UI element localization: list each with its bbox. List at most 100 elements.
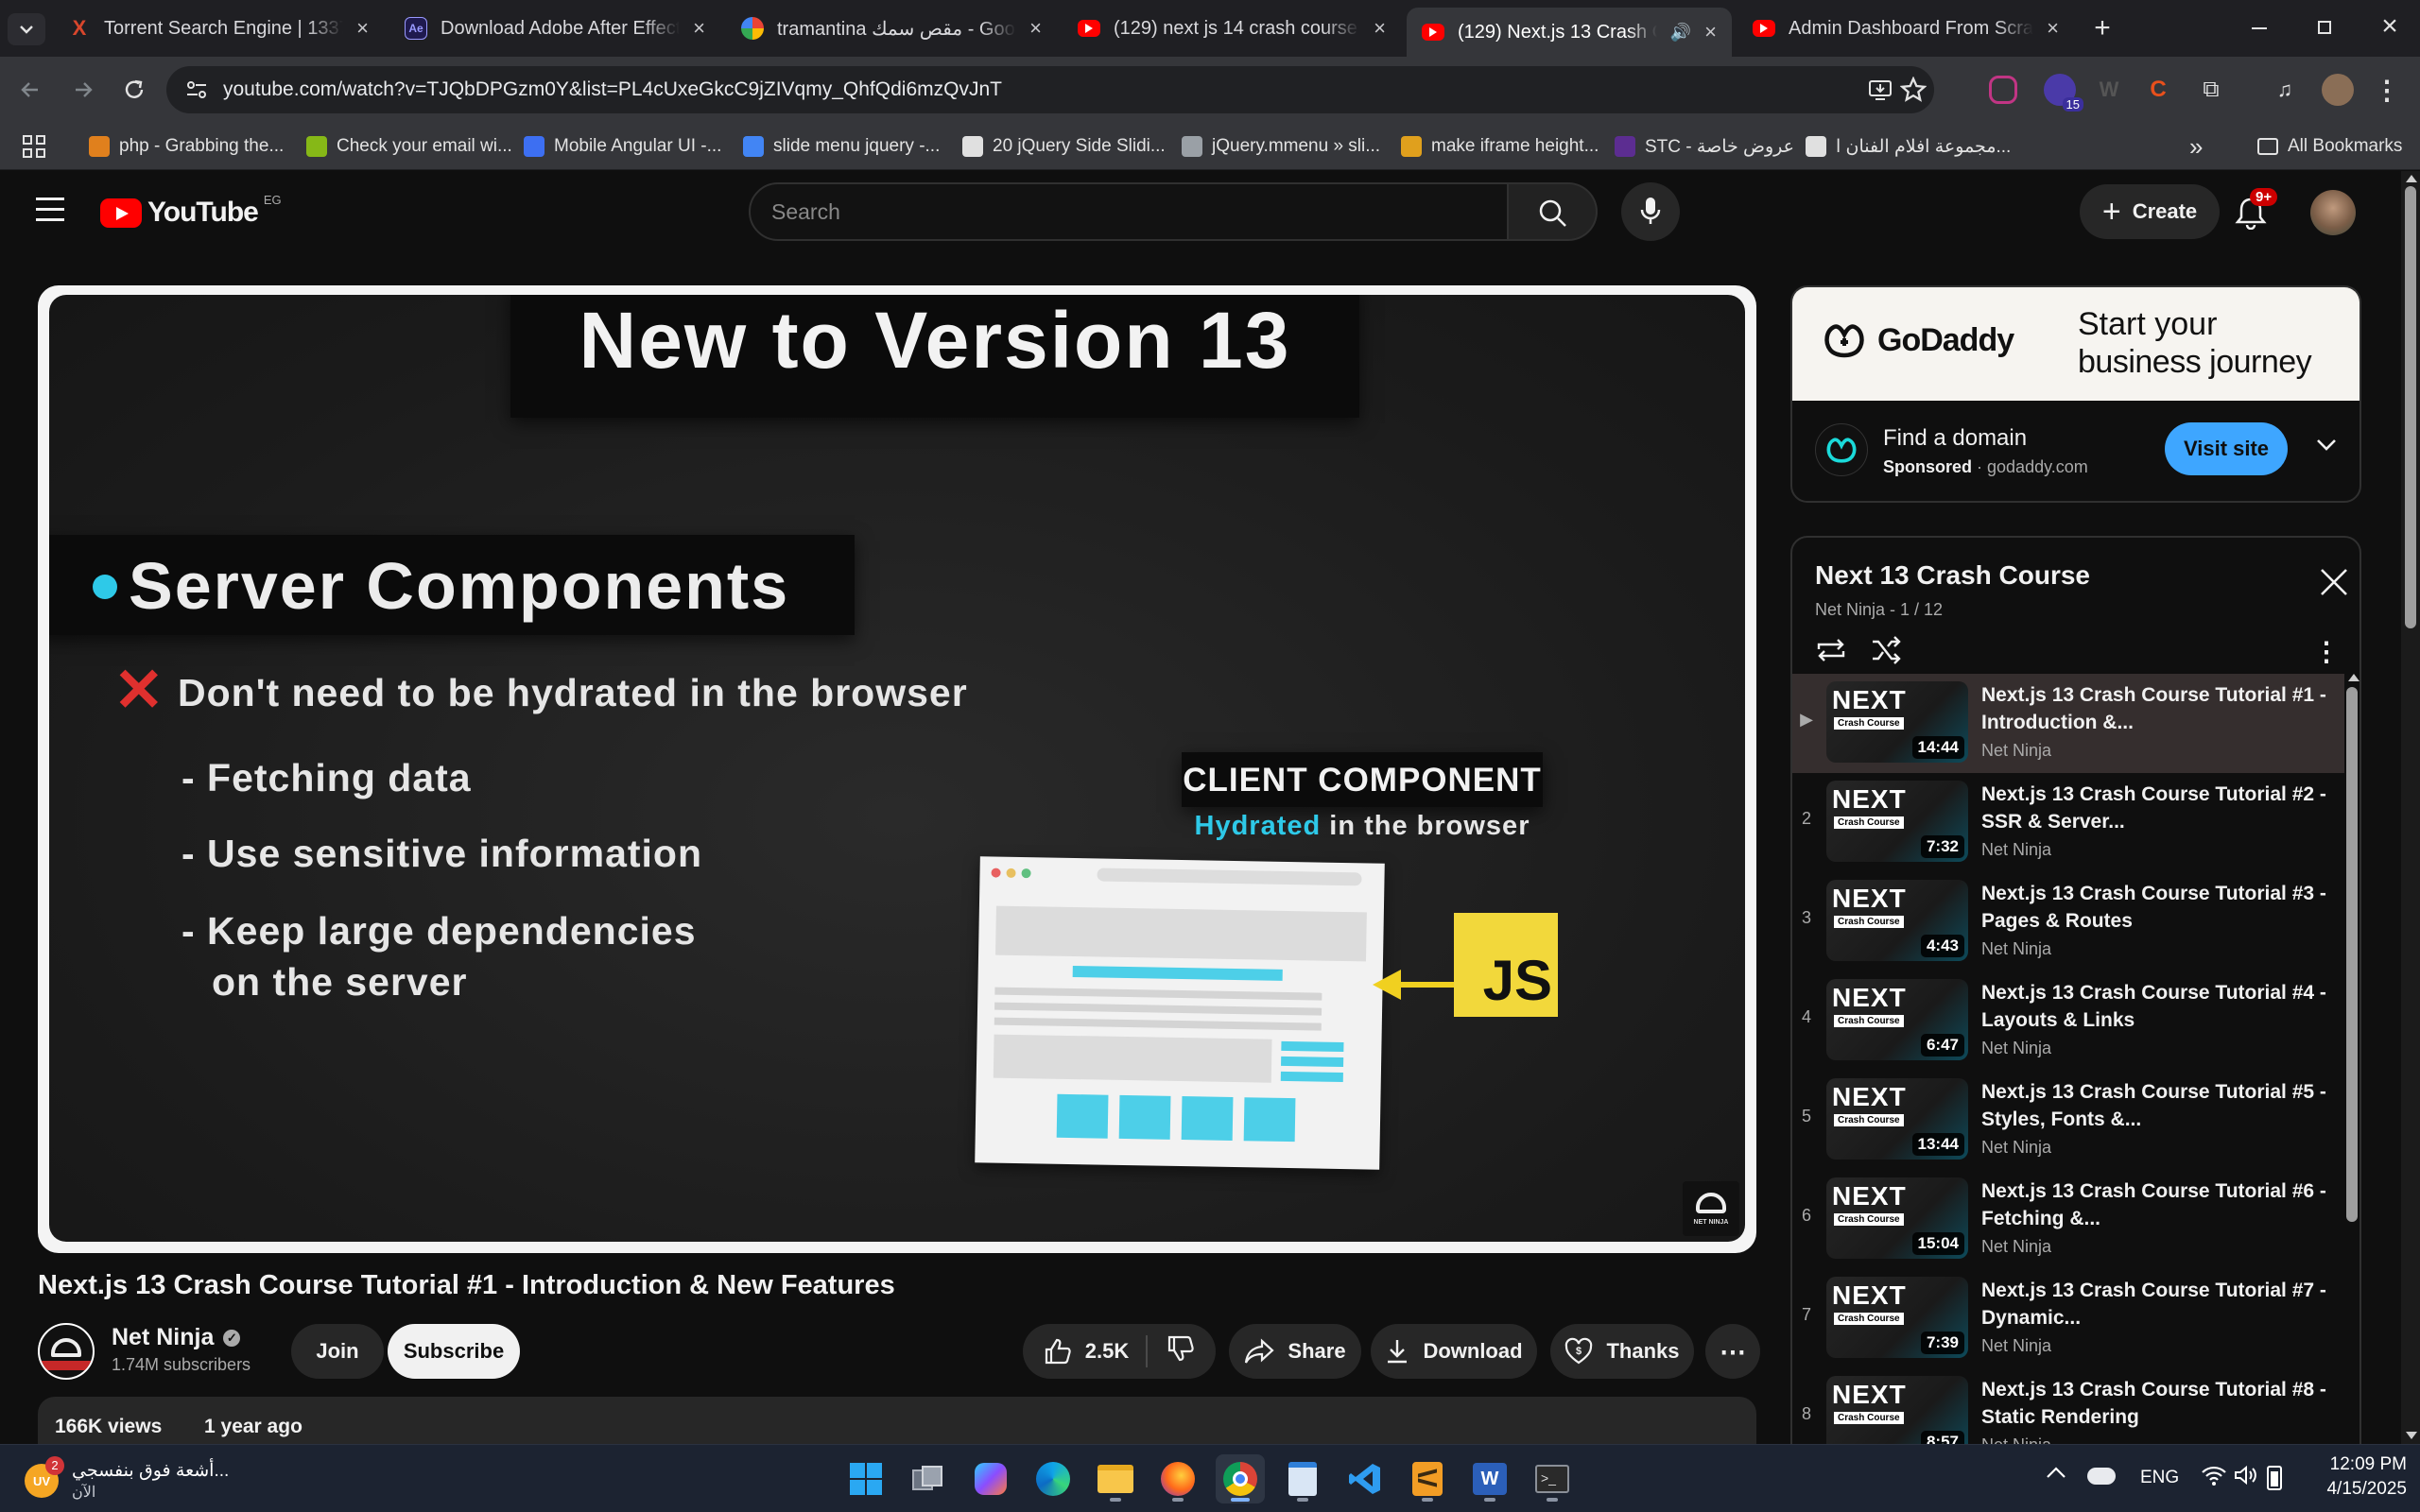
loop-button[interactable] xyxy=(1815,636,1853,668)
browser-menu-icon[interactable]: ⋮ xyxy=(2371,74,2403,106)
reload-button[interactable] xyxy=(117,73,151,107)
extensions-puzzle-icon[interactable]: ⧉ xyxy=(2195,74,2227,106)
channel-name[interactable]: Net Ninja ✓ xyxy=(112,1324,241,1351)
show-hidden-icons-button[interactable] xyxy=(2046,1466,2072,1492)
install-app-icon[interactable] xyxy=(1868,78,1893,101)
profile-avatar[interactable] xyxy=(2322,74,2354,106)
tab-search-button[interactable] xyxy=(8,13,45,45)
file-explorer-button[interactable] xyxy=(1091,1454,1140,1503)
playlist-item-thumbnail[interactable]: NEXT Crash Course 8:57 xyxy=(1826,1376,1968,1444)
page-scrollbar[interactable] xyxy=(2401,171,2420,1444)
copilot-button[interactable] xyxy=(966,1454,1015,1503)
clock[interactable]: 12:09 PM 4/15/2025 xyxy=(2312,1454,2407,1500)
close-tab-icon[interactable]: × xyxy=(356,16,369,41)
account-avatar[interactable] xyxy=(2310,190,2356,235)
vscode-button[interactable] xyxy=(1340,1454,1390,1503)
media-controls-icon[interactable]: ♫ xyxy=(2269,74,2301,106)
close-tab-icon[interactable]: × xyxy=(1374,16,1386,41)
playlist-item[interactable]: 6 NEXT Crash Course 15:04 Next.js 13 Crash C… xyxy=(1792,1170,2344,1269)
ad-banner[interactable]: GoDaddy Start your business journey xyxy=(1792,287,2360,401)
playlist-item[interactable]: 4 NEXT Crash Course 6:47 Next.js 13 Crash Co… xyxy=(1792,971,2344,1071)
hamburger-menu-icon[interactable] xyxy=(36,198,64,222)
download-button[interactable]: Download xyxy=(1371,1324,1537,1379)
dislike-button[interactable] xyxy=(1161,1334,1195,1368)
minimize-button[interactable] xyxy=(2240,11,2278,45)
terminal-button[interactable]: >_ xyxy=(1528,1454,1577,1503)
chevron-down-icon[interactable] xyxy=(2316,438,2337,452)
extension-w-icon[interactable]: W xyxy=(2093,74,2125,106)
browser-tab[interactable]: Ae Download Adobe After Effects 2 × xyxy=(389,8,720,49)
task-view-button[interactable] xyxy=(904,1454,953,1503)
browser-tab[interactable]: (129) Next.js 13 Crash Cours 🔊 × xyxy=(1407,8,1732,57)
playlist-item[interactable]: 8 NEXT Crash Course 8:57 Next.js 13 Crash Co… xyxy=(1792,1368,2344,1444)
like-button[interactable]: 2.5K xyxy=(1044,1335,1149,1367)
playlist-item[interactable]: 2 NEXT Crash Course 7:32 Next.js 13 Crash Co… xyxy=(1792,773,2344,872)
extension-badge-icon[interactable]: 15 xyxy=(2044,74,2083,112)
playlist-scrollbar[interactable] xyxy=(2344,674,2360,1444)
playlist-item[interactable]: 7 NEXT Crash Course 7:39 Next.js 13 Crash Co… xyxy=(1792,1269,2344,1368)
browser-tab[interactable]: Admin Dashboard From Scratch × xyxy=(1737,8,2074,49)
playlist-item-thumbnail[interactable]: NEXT Crash Course 15:04 xyxy=(1826,1177,1968,1259)
close-tab-icon[interactable]: × xyxy=(1029,16,1042,41)
description-box[interactable]: 166K views 1 year ago xyxy=(38,1397,1756,1444)
join-button[interactable]: Join xyxy=(291,1324,384,1379)
all-bookmarks-button[interactable]: All Bookmarks xyxy=(2257,132,2402,161)
start-button[interactable] xyxy=(841,1454,890,1503)
bookmark-item[interactable]: jQuery.mmenu » sli... xyxy=(1182,132,1380,161)
close-tab-icon[interactable]: × xyxy=(1704,20,1717,44)
playlist-item[interactable]: 3 NEXT Crash Course 4:43 Next.js 13 Crash Co… xyxy=(1792,872,2344,971)
channel-avatar[interactable] xyxy=(38,1323,95,1380)
close-tab-icon[interactable]: × xyxy=(2047,16,2059,41)
battery-icon[interactable] xyxy=(2267,1466,2282,1490)
playlist-item-thumbnail[interactable]: NEXT Crash Course 14:44 xyxy=(1826,681,1968,763)
bookmark-item[interactable]: php - Grabbing the... xyxy=(89,132,284,161)
close-tab-icon[interactable]: × xyxy=(693,16,705,41)
window-close-button[interactable]: × xyxy=(2371,9,2409,43)
create-button[interactable]: + Create xyxy=(2080,184,2220,239)
bookmark-item[interactable]: slide menu jquery -... xyxy=(743,132,940,161)
browser-tab[interactable]: (129) next js 14 crash course tra × xyxy=(1063,8,1401,49)
back-button[interactable] xyxy=(13,73,47,107)
playlist-item-thumbnail[interactable]: NEXT Crash Course 13:44 xyxy=(1826,1078,1968,1160)
playlist-item-thumbnail[interactable]: NEXT Crash Course 7:39 xyxy=(1826,1277,1968,1358)
video-frame[interactable]: New to Version 13 Server Components ✕ Do… xyxy=(49,295,1745,1242)
maximize-button[interactable] xyxy=(2305,11,2342,45)
shuffle-button[interactable] xyxy=(1870,636,1908,668)
subscribe-button[interactable]: Subscribe xyxy=(388,1324,520,1379)
visit-site-button[interactable]: Visit site xyxy=(2165,422,2288,475)
youtube-logo[interactable]: YouTube EG xyxy=(100,193,282,232)
extension-instagram-icon[interactable] xyxy=(1989,76,2017,104)
playlist-item[interactable]: ▶ NEXT Crash Course 14:44 Next.js 13 Crash C… xyxy=(1792,674,2344,773)
bookmark-item[interactable]: make iframe height... xyxy=(1401,132,1599,161)
close-playlist-button[interactable] xyxy=(2318,566,2352,600)
thanks-button[interactable]: $ Thanks xyxy=(1550,1324,1694,1379)
bookmarks-overflow-icon[interactable]: » xyxy=(2189,132,2203,162)
firefox-button[interactable] xyxy=(1153,1454,1202,1503)
search-button[interactable] xyxy=(1509,182,1598,241)
video-player[interactable]: New to Version 13 Server Components ✕ Do… xyxy=(38,285,1756,1253)
bookmark-item[interactable]: Check your email wi... xyxy=(306,132,512,161)
browser-tab[interactable]: X Torrent Search Engine | 1337x.to × xyxy=(53,8,384,49)
voice-search-button[interactable] xyxy=(1621,182,1680,241)
playlist-more-button[interactable]: ⋮ xyxy=(2312,636,2341,668)
more-actions-button[interactable]: ⋯ xyxy=(1705,1324,1760,1379)
extension-c-icon[interactable]: C xyxy=(2142,74,2174,106)
onedrive-icon[interactable] xyxy=(2087,1468,2116,1485)
browser-tab[interactable]: tramantina مقص سمك - Google × xyxy=(726,8,1057,49)
notifications-button[interactable]: 9+ xyxy=(2233,188,2278,233)
address-bar[interactable]: youtube.com/watch?v=TJQbDPGzm0Y&list=PL4… xyxy=(166,66,1934,113)
language-indicator[interactable]: ENG xyxy=(2140,1468,2179,1488)
weather-widget[interactable]: UV 2 أشعة فوق بنفسجي... الآن xyxy=(25,1456,233,1502)
playlist-item-thumbnail[interactable]: NEXT Crash Course 6:47 xyxy=(1826,979,1968,1060)
edge-button[interactable] xyxy=(1028,1454,1078,1503)
site-info-icon[interactable] xyxy=(185,79,208,100)
forward-button[interactable] xyxy=(66,73,100,107)
bookmark-item[interactable]: Mobile Angular UI -... xyxy=(524,132,721,161)
bookmark-item[interactable]: مجموعة افلام الفنان ا... xyxy=(1806,132,2011,161)
sublime-text-button[interactable] xyxy=(1403,1454,1452,1503)
speaker-icon[interactable]: 🔊 xyxy=(1670,23,1691,43)
bookmark-item[interactable]: STC - عروض خاصة xyxy=(1615,132,1794,161)
share-button[interactable]: Share xyxy=(1229,1324,1361,1379)
playlist-item-thumbnail[interactable]: NEXT Crash Course 7:32 xyxy=(1826,781,1968,862)
playlist-item-thumbnail[interactable]: NEXT Crash Course 4:43 xyxy=(1826,880,1968,961)
